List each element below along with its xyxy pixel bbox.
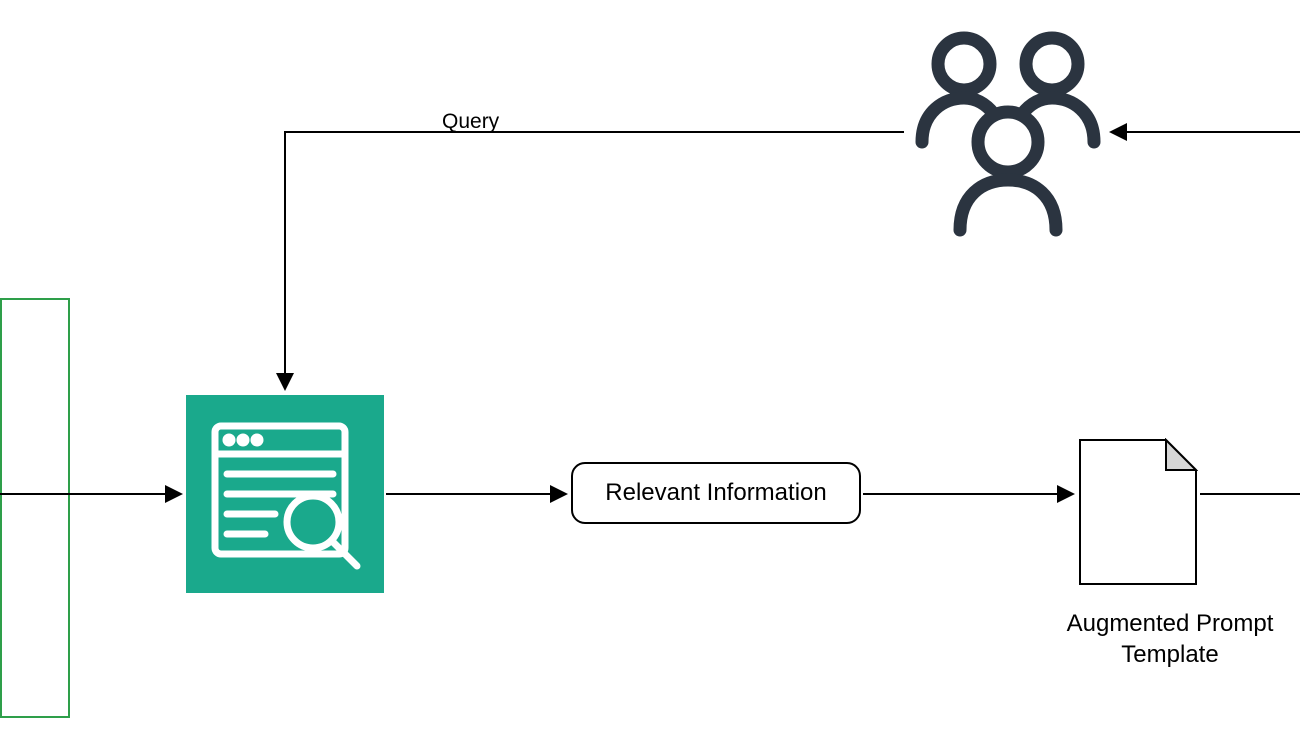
document-icon <box>1078 438 1198 586</box>
retrieval-node <box>186 395 384 593</box>
diagram-canvas: Relevant Information Augmented Prompt Te… <box>0 0 1300 731</box>
source-box <box>0 298 70 718</box>
browser-search-icon <box>205 414 365 574</box>
relevant-info-node: Relevant Information <box>571 462 861 524</box>
users-node <box>904 24 1104 240</box>
users-icon <box>904 24 1104 240</box>
document-node <box>1078 438 1198 586</box>
query-edge-label: Query <box>442 110 499 134</box>
relevant-info-label: Relevant Information <box>605 479 826 507</box>
document-label: Augmented Prompt Template <box>1040 608 1300 670</box>
